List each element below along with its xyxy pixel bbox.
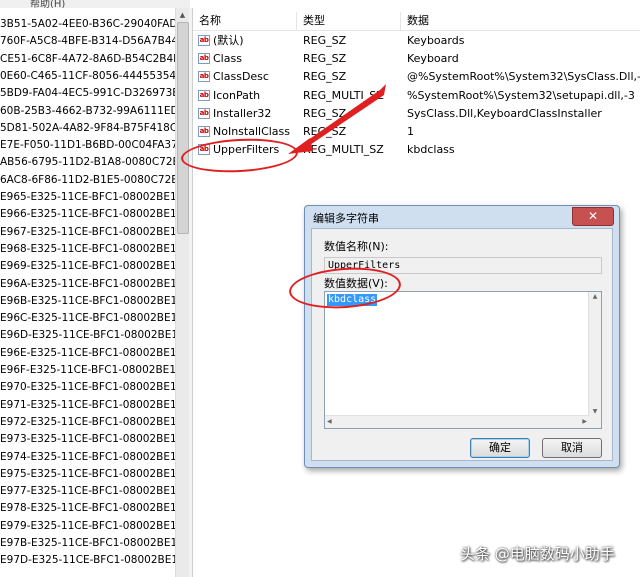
scroll-left-arrow-icon[interactable]: ◀ bbox=[327, 416, 332, 428]
ok-button[interactable]: 确定 bbox=[470, 438, 530, 458]
close-icon[interactable]: ✕ bbox=[572, 207, 614, 226]
scroll-right-arrow-icon[interactable]: ▶ bbox=[582, 416, 587, 428]
arrow-to-upperfilters-icon bbox=[288, 84, 386, 154]
scroll-down-arrow-icon[interactable]: ▼ bbox=[589, 408, 601, 415]
cancel-button[interactable]: 取消 bbox=[542, 438, 602, 458]
scroll-up-arrow-icon[interactable]: ▲ bbox=[589, 293, 601, 300]
edit-multi-string-dialog: 编辑多字符串 ✕ 数值名称(N): UpperFilters 数值数据(V): … bbox=[304, 205, 620, 468]
watermark-text: 头条 @电脑数码小助手 bbox=[460, 545, 615, 563]
value-data-textarea[interactable]: kbdclass ▲ ▼ ◀ ▶ bbox=[324, 291, 602, 429]
dialog-body: 数值名称(N): UpperFilters 数值数据(V): kbdclass … bbox=[311, 228, 613, 461]
dialog-title: 编辑多字符串 bbox=[313, 212, 379, 225]
value-name-label: 数值名称(N): bbox=[324, 240, 389, 253]
textarea-horizontal-scrollbar[interactable]: ◀ ▶ bbox=[325, 415, 589, 428]
textarea-vertical-scrollbar[interactable]: ▲ ▼ bbox=[588, 292, 601, 416]
scrollbar-corner bbox=[589, 416, 601, 428]
